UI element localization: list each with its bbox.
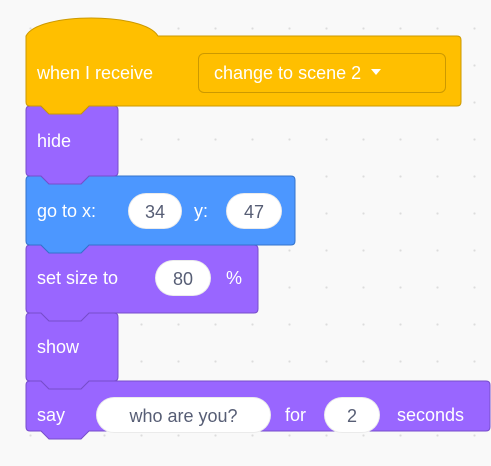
say-message-input[interactable]: who are you? bbox=[96, 397, 271, 433]
size-input[interactable]: 80 bbox=[155, 260, 211, 296]
when-i-receive-label: when I receive bbox=[37, 63, 154, 83]
y-label: y: bbox=[194, 201, 209, 221]
seconds-label: seconds bbox=[397, 405, 465, 425]
hide-label: hide bbox=[37, 131, 72, 151]
set-size-label: set size to bbox=[37, 268, 119, 288]
caret-down-icon bbox=[371, 69, 382, 76]
for-label: for bbox=[285, 405, 307, 425]
broadcast-message-value: change to scene 2 bbox=[214, 63, 362, 83]
y-input[interactable]: 47 bbox=[226, 193, 282, 229]
percent-label: % bbox=[226, 268, 243, 288]
seconds-input[interactable]: 2 bbox=[324, 397, 380, 433]
say-label: say bbox=[37, 405, 66, 425]
scripts-area[interactable]: when I receive change to scene 2 hide go… bbox=[0, 0, 491, 466]
broadcast-message-dropdown[interactable]: change to scene 2 bbox=[198, 53, 446, 93]
x-input[interactable]: 34 bbox=[128, 193, 182, 229]
go-to-x-label: go to x: bbox=[37, 201, 97, 221]
show-label: show bbox=[37, 337, 80, 357]
